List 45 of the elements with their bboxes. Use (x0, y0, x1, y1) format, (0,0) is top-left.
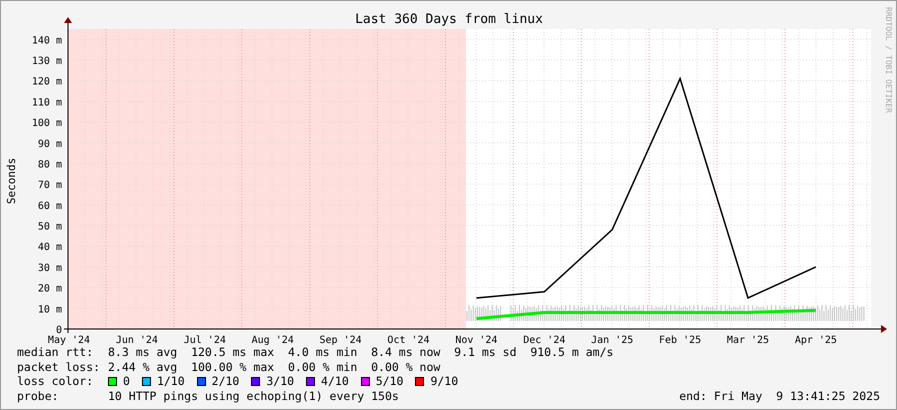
chart-title: Last 360 Days from linux (355, 12, 543, 27)
legend-label: packet loss: (17, 360, 102, 374)
x-tick-label: Mar '25 (726, 335, 770, 345)
x-tick-label: Nov '24 (455, 335, 498, 345)
loss-level: 0 (123, 374, 130, 388)
legend-label: probe: (17, 388, 60, 403)
y-tick-label: 10 m (38, 304, 62, 316)
legend-label: median rtt: (17, 345, 94, 360)
x-tick-label: Jul '24 (184, 335, 226, 345)
x-tick-label: Feb '25 (659, 335, 702, 345)
x-tick-label: Jan '25 (591, 335, 634, 345)
probe-description: 10 HTTP pings using echoping(1) every 150s (108, 388, 399, 403)
x-tick-label: Aug '24 (252, 335, 294, 345)
y-tick-label: 50 m (38, 222, 62, 233)
y-tick-label: 60 m (38, 200, 62, 212)
loss-level: 4/10 (321, 374, 349, 388)
end-time: end: Fri May 9 13:41:25 2025 (679, 388, 880, 403)
y-tick-label: 120 m (32, 76, 62, 88)
loss-level: 5/10 (376, 374, 404, 388)
y-tick-label: 20 m (38, 284, 62, 295)
y-tick-label: 30 m (38, 262, 62, 274)
loss-level: 1/10 (156, 374, 185, 388)
x-tick-label: Oct '24 (387, 335, 430, 345)
y-tick-label: 0 (56, 325, 62, 336)
loss-level: 3/10 (266, 374, 294, 388)
x-tick-label: Apr '25 (794, 335, 837, 345)
legend-label: loss color: (17, 374, 94, 388)
loss-level: 9/10 (430, 374, 458, 388)
y-tick-label: 100 m (32, 118, 62, 130)
loss-level: 2/10 (212, 374, 240, 388)
legend-values: 2.44 % avg 100.00 % max 0.00 % min 0.00 % now (108, 360, 440, 374)
y-tick-label: 80 m (38, 159, 62, 170)
x-tick-label: Dec '24 (523, 335, 566, 345)
x-tick-label: May '24 (48, 335, 90, 345)
y-tick-label: 130 m (32, 56, 62, 68)
legend-values: 8.3 ms avg 120.5 ms max 4.0 ms min 8.4 ms now 9.1 ms sd 910.5 m am/s (108, 345, 614, 360)
y-axis-label: Seconds (5, 158, 18, 204)
x-tick-label: Sep '24 (320, 335, 362, 345)
y-tick-label: 140 m (32, 35, 62, 46)
y-tick-label: 110 m (32, 97, 62, 108)
x-tick-label: Jun '24 (116, 335, 158, 345)
y-tick-label: 70 m (38, 180, 62, 192)
y-tick-label: 40 m (38, 242, 62, 254)
y-tick-label: 90 m (38, 138, 62, 150)
side-label: RRDTOOL / TOBI OETIKER (884, 7, 893, 113)
